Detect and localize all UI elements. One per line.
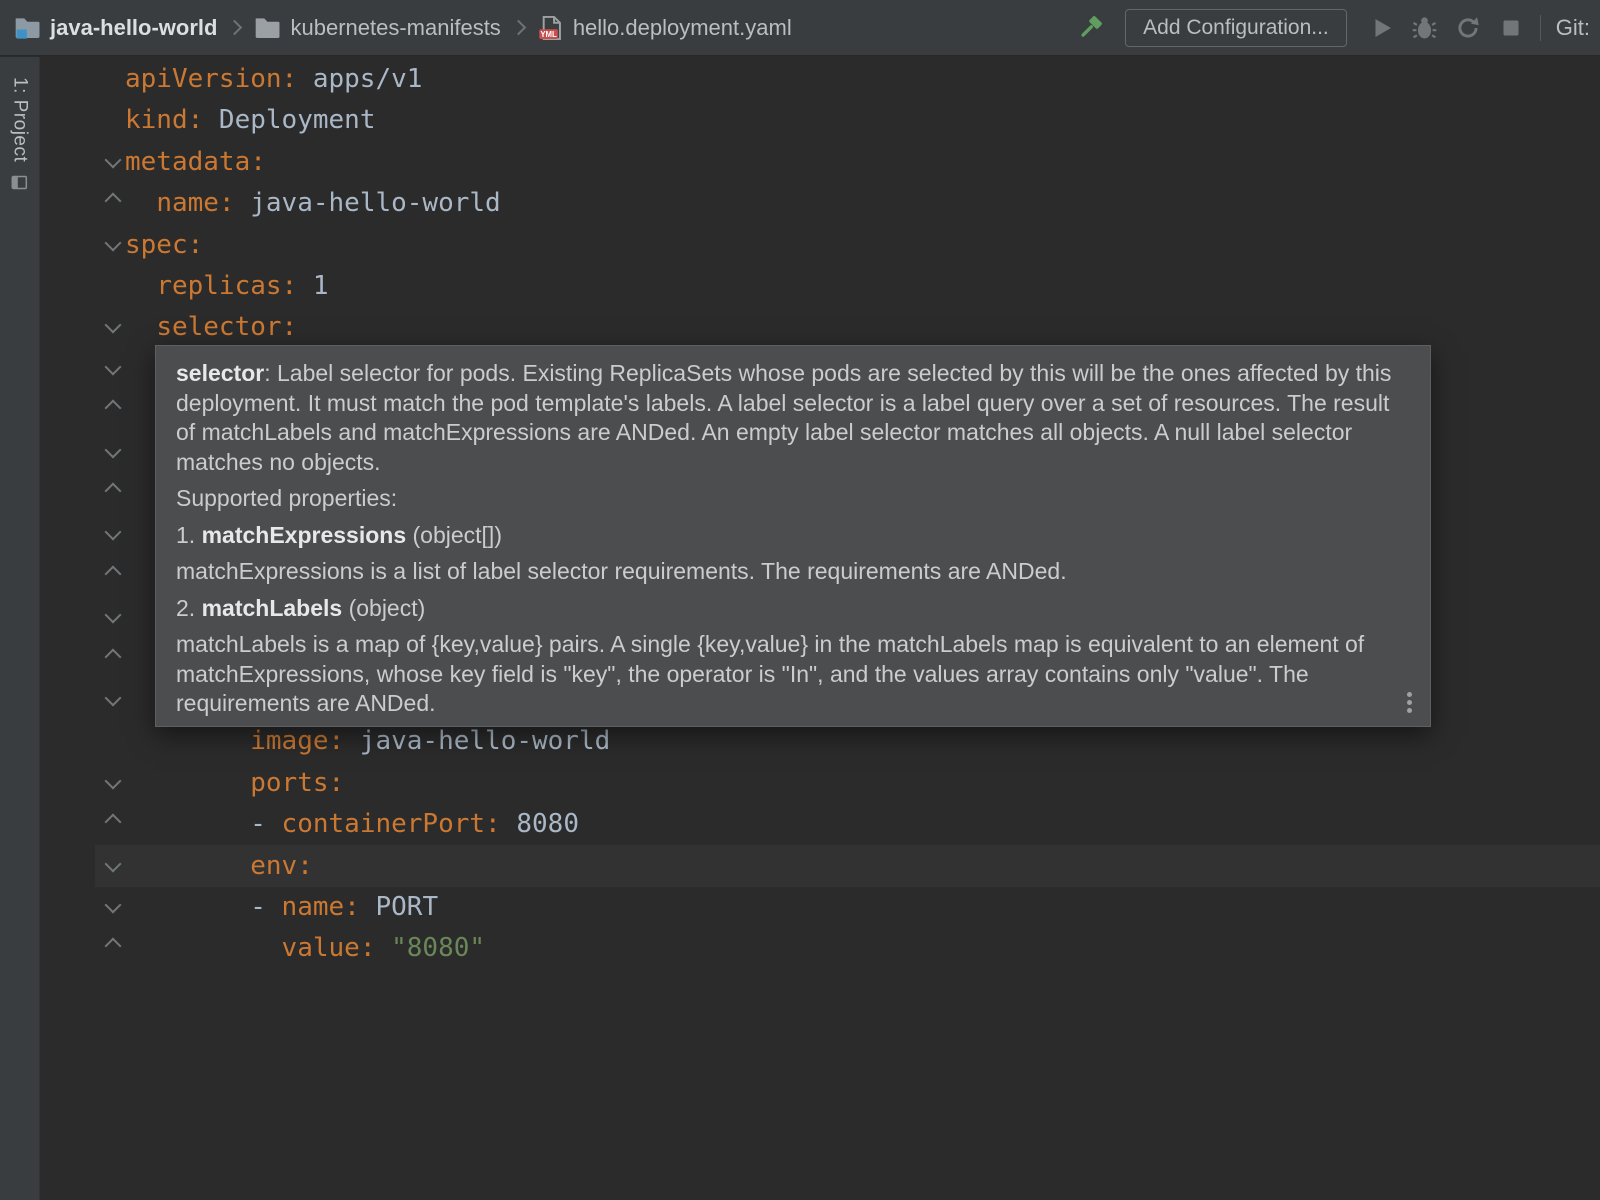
code-token <box>125 768 250 798</box>
tooltip-property-item: 2. matchLabels (object) <box>176 594 1410 624</box>
code-token: env: <box>250 851 313 881</box>
project-folder-icon <box>14 14 41 41</box>
project-tool-window-icon[interactable] <box>11 174 28 191</box>
code-token: metadata: <box>125 147 266 177</box>
code-token: 8080 <box>501 809 579 839</box>
tooltip-term: selector <box>176 360 264 386</box>
code-token: kind: <box>125 105 203 135</box>
code-token: apiVersion: <box>125 64 297 94</box>
tooltip-text: : Label selector for pods. Existing Repl… <box>176 360 1391 475</box>
tooltip-term: matchLabels <box>202 595 343 621</box>
run-with-coverage-icon[interactable] <box>1454 14 1482 42</box>
fold-marker-icon[interactable] <box>105 690 122 707</box>
code-line[interactable]: kind: Deployment <box>41 99 1600 141</box>
stop-icon[interactable] <box>1497 14 1525 42</box>
kebab-menu-icon[interactable] <box>1407 689 1412 716</box>
git-branch-widget[interactable]: Git: <box>1556 15 1590 41</box>
code-line[interactable]: replicas: 1 <box>41 265 1600 307</box>
code-token <box>125 726 250 756</box>
code-line[interactable]: env: <box>41 845 1600 887</box>
breadcrumb-folder[interactable]: kubernetes-manifests <box>254 14 500 41</box>
code-line[interactable]: - name: PORT <box>41 886 1600 928</box>
code-token: replicas: <box>156 271 297 301</box>
code-line[interactable]: metadata: <box>41 141 1600 183</box>
code-line[interactable]: ports: <box>41 762 1600 804</box>
chevron-right-icon <box>511 20 527 36</box>
fold-marker-icon[interactable] <box>105 441 122 458</box>
breadcrumb: java-hello-world kubernetes-manifests YM… <box>14 14 792 41</box>
code-token <box>125 271 156 301</box>
code-token: containerPort: <box>282 809 501 839</box>
build-hammer-icon[interactable] <box>1076 14 1104 42</box>
code-token: name: <box>282 892 360 922</box>
breadcrumb-label: hello.deployment.yaml <box>573 15 792 41</box>
chevron-right-icon <box>227 20 243 36</box>
code-token <box>125 312 156 342</box>
fold-marker-icon[interactable] <box>105 565 122 582</box>
code-token <box>125 188 156 218</box>
tooltip-property-item: 1. matchExpressions (object[]) <box>176 521 1410 551</box>
fold-marker-icon[interactable] <box>105 648 122 665</box>
code-token: image: <box>250 726 344 756</box>
code-line[interactable]: value: "8080" <box>41 927 1600 969</box>
add-configuration-button[interactable]: Add Configuration... <box>1125 9 1347 47</box>
folder-icon <box>254 14 281 41</box>
code-token: apps/v1 <box>297 64 422 94</box>
tooltip-item-type: (object) <box>342 595 425 621</box>
code-token: value: <box>282 933 376 963</box>
code-token <box>125 933 282 963</box>
main-toolbar: java-hello-world kubernetes-manifests YM… <box>0 0 1600 56</box>
code-token: "8080" <box>375 933 485 963</box>
code-token: java-hello-world <box>344 726 610 756</box>
left-tool-window-stripe: 1: Project <box>0 57 40 1200</box>
code-token: - <box>125 809 282 839</box>
code-token <box>125 851 250 881</box>
code-token: Deployment <box>203 105 375 135</box>
code-token: name: <box>156 188 234 218</box>
tooltip-supported-properties-heading: Supported properties: <box>176 484 1410 514</box>
run-icon[interactable] <box>1368 14 1396 42</box>
code-line[interactable]: spec: <box>41 224 1600 266</box>
breadcrumb-label: java-hello-world <box>50 15 217 41</box>
code-line[interactable]: name: java-hello-world <box>41 182 1600 224</box>
fold-marker-icon[interactable] <box>105 524 122 541</box>
fold-marker-icon[interactable] <box>105 483 122 500</box>
tooltip-item-number: 2. <box>176 595 202 621</box>
tooltip-selector-description: selector: Label selector for pods. Exist… <box>176 359 1410 477</box>
tooltip-term: matchExpressions <box>202 522 407 548</box>
code-token: - <box>125 892 282 922</box>
breadcrumb-file[interactable]: YML hello.deployment.yaml <box>538 15 792 41</box>
fold-marker-icon[interactable] <box>105 358 122 375</box>
breadcrumb-project[interactable]: java-hello-world <box>14 14 217 41</box>
tooltip-match-labels-description: matchLabels is a map of {key,value} pair… <box>176 630 1410 719</box>
code-token: selector: <box>156 312 297 342</box>
tooltip-match-expressions-description: matchExpressions is a list of label sele… <box>176 557 1410 587</box>
code-line[interactable]: selector: <box>41 306 1600 348</box>
yaml-file-icon: YML <box>538 15 564 41</box>
tooltip-item-number: 1. <box>176 522 202 548</box>
breadcrumb-label: kubernetes-manifests <box>290 15 500 41</box>
code-token: ports: <box>250 768 344 798</box>
toolbar-divider <box>1540 15 1541 41</box>
run-toolbar: Add Configuration... Git: <box>1076 9 1590 47</box>
code-token: PORT <box>360 892 438 922</box>
code-token: spec: <box>125 230 203 260</box>
tooltip-item-type: (object[]) <box>406 522 502 548</box>
code-line[interactable]: apiVersion: apps/v1 <box>41 58 1600 100</box>
project-tool-window-button[interactable]: 1: Project <box>9 77 31 162</box>
code-line[interactable]: - containerPort: 8080 <box>41 803 1600 845</box>
fold-marker-icon[interactable] <box>105 400 122 417</box>
fold-marker-icon[interactable] <box>105 607 122 624</box>
code-token: java-hello-world <box>235 188 501 218</box>
documentation-tooltip: selector: Label selector for pods. Exist… <box>155 345 1431 727</box>
svg-text:YML: YML <box>540 29 557 38</box>
code-token: 1 <box>297 271 328 301</box>
debug-bug-icon[interactable] <box>1411 14 1439 42</box>
